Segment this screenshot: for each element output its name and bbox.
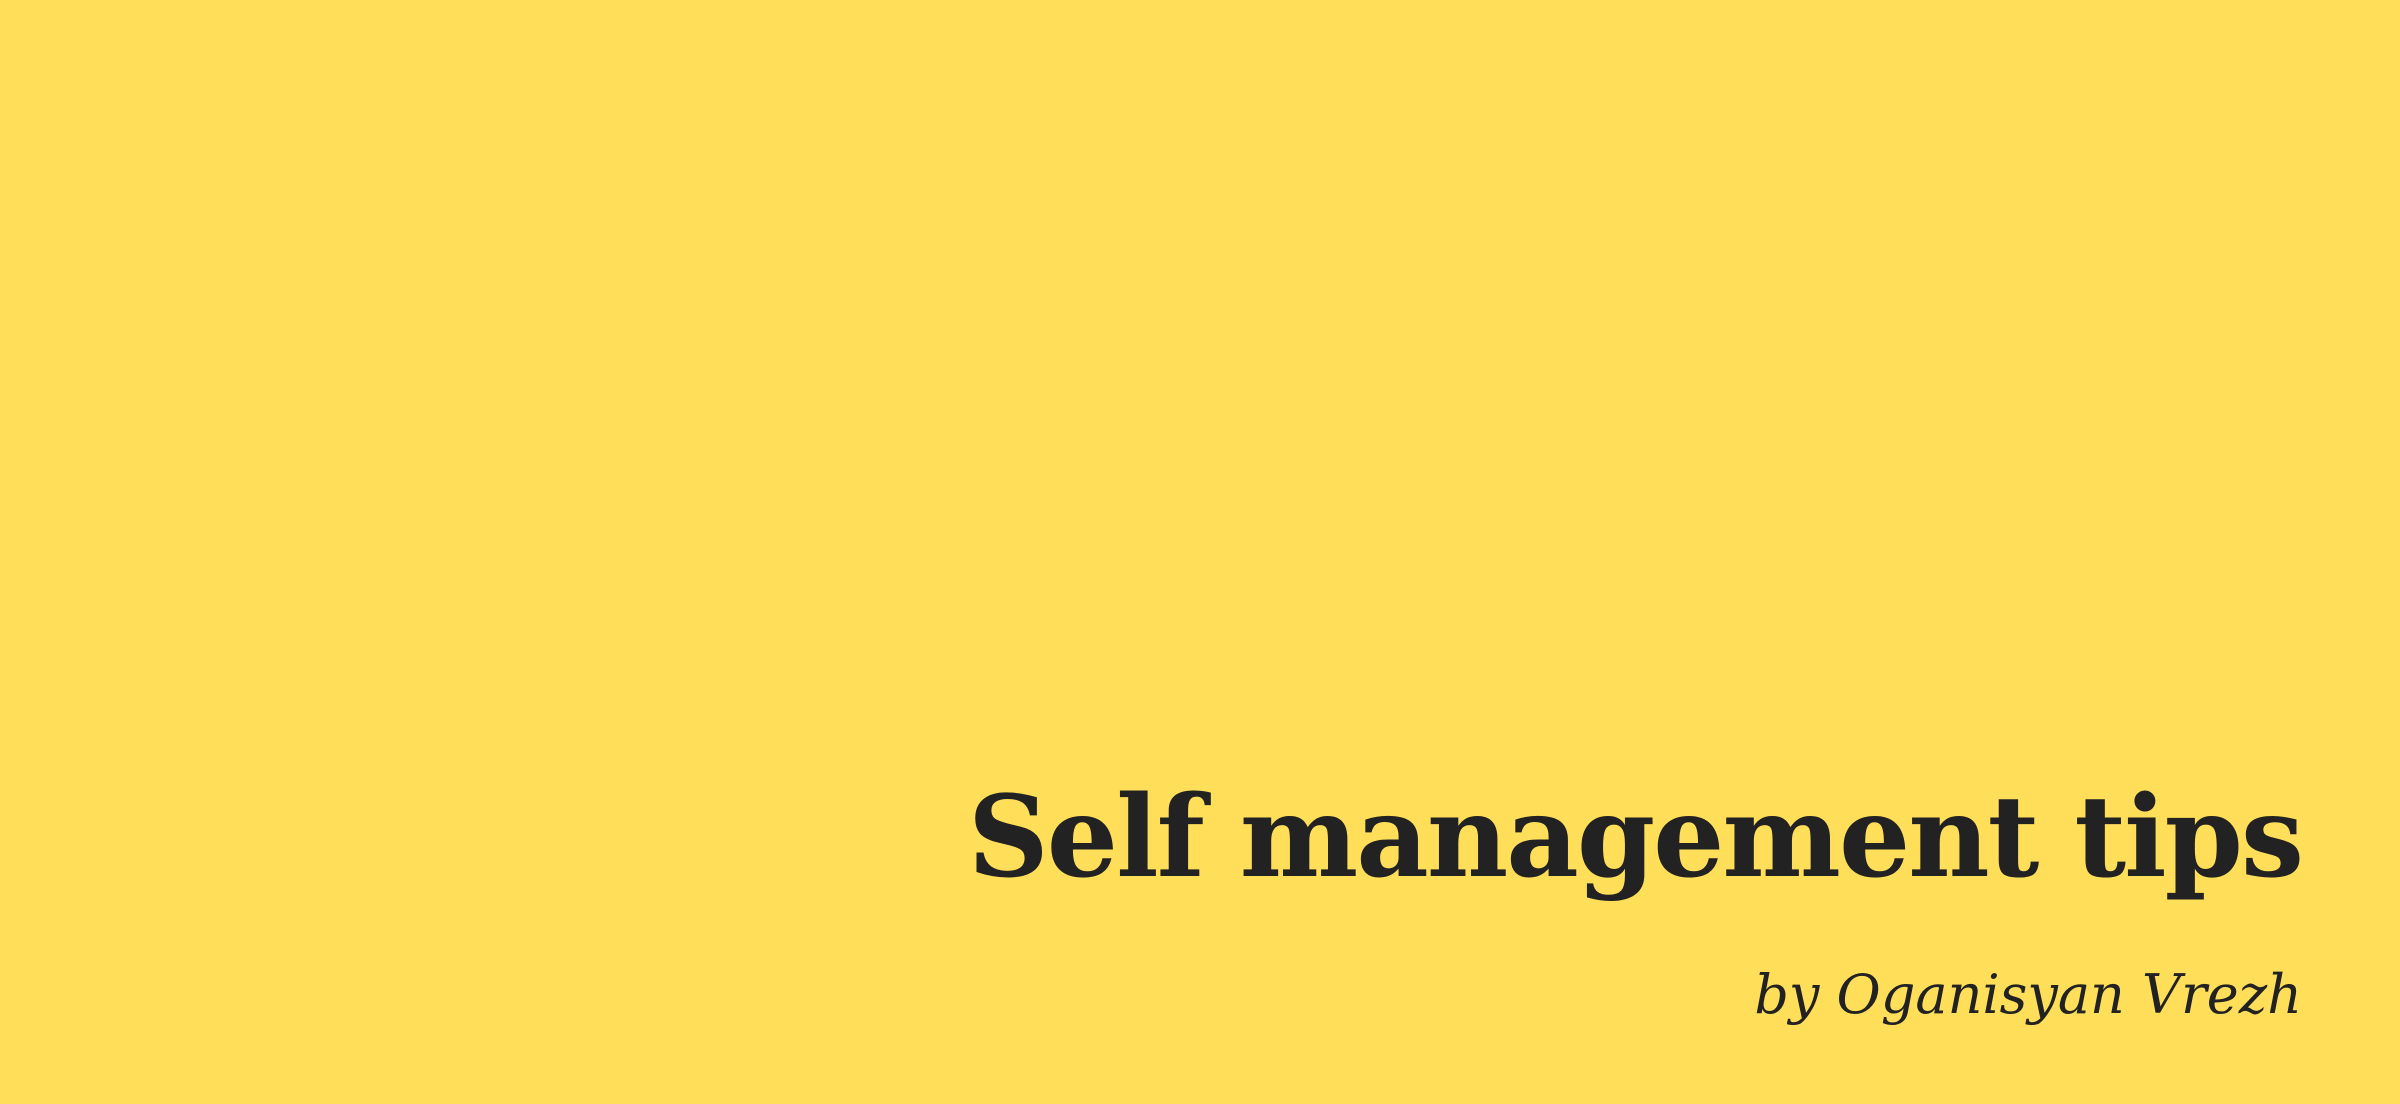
author-byline: by Oganisyan Vrezh — [1754, 963, 2302, 1026]
slide-title: Self management tips — [967, 772, 2304, 903]
